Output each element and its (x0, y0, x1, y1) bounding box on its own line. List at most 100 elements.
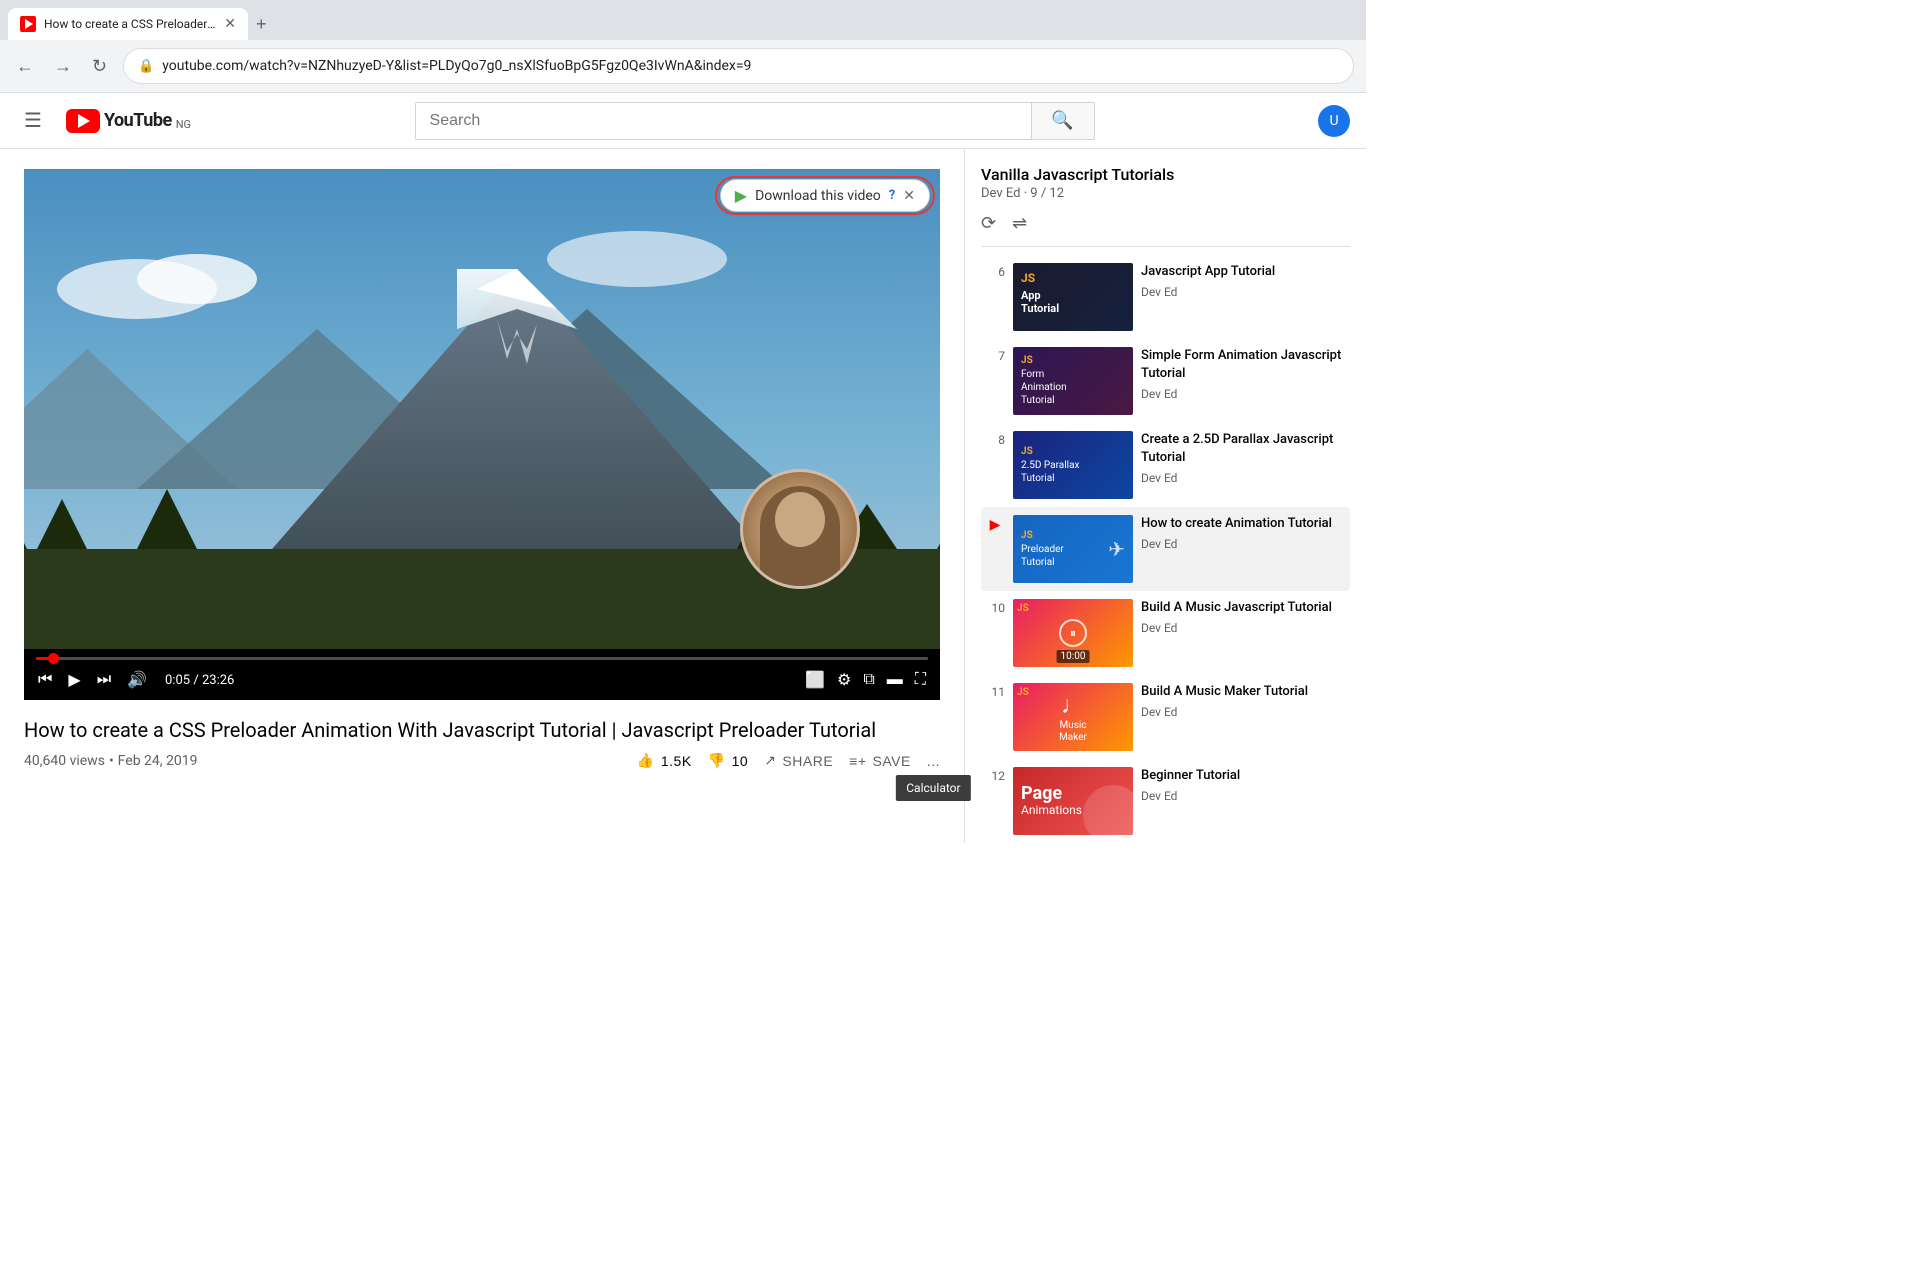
settings-button[interactable]: ⚙ (835, 668, 853, 692)
playlist-num: 7 (985, 349, 1005, 363)
playlist-thumbnail: JS PreloaderTutorial ✈ (1013, 515, 1133, 583)
more-wrapper: ... Calculator (927, 753, 940, 769)
more-button[interactable]: ... (927, 753, 940, 769)
download-question[interactable]: ? (889, 188, 895, 203)
playlist-loop-button[interactable]: ⟳ (981, 213, 996, 234)
playlist-thumbnail: JS ⏸ 10:00 (1013, 599, 1133, 667)
like-button[interactable]: 👍 1.5K (637, 752, 692, 769)
playlist-item-active[interactable]: ▶ JS PreloaderTutorial ✈ How to create A… (981, 507, 1350, 591)
calculator-tooltip: Calculator (896, 775, 970, 801)
sidebar: Vanilla Javascript Tutorials Dev Ed · 9 … (964, 149, 1366, 843)
volume-button[interactable]: 🔊 (125, 668, 149, 692)
video-title: How to create a CSS Preloader Animation … (24, 716, 940, 744)
captions-button[interactable]: ⬜ (803, 668, 827, 692)
search-button[interactable]: 🔍 (1031, 102, 1095, 140)
play-button[interactable]: ▶ (66, 668, 82, 692)
menu-button[interactable]: ☰ (16, 100, 50, 141)
tab-title: How to create a CSS Preloader A (44, 17, 216, 31)
theater-button[interactable]: ▬ (885, 669, 905, 691)
meta-separator: • (109, 753, 114, 769)
view-count: 40,640 views (24, 753, 105, 769)
thumbnail-bg: JS FormAnimationTutorial (1013, 347, 1133, 415)
refresh-button[interactable]: ↻ (88, 52, 111, 81)
playlist-item[interactable]: 11 JS ♩ MusicMaker Build A Music Maker T… (981, 675, 1350, 759)
save-icon: ≡+ (849, 753, 866, 769)
skip-back-button[interactable]: ⏮ (36, 669, 54, 691)
thumbnail-bg: JS 2.5D ParallaxTutorial (1013, 431, 1133, 499)
progress-bar[interactable] (36, 657, 928, 660)
playlist-item-info: Javascript App Tutorial Dev Ed (1141, 263, 1346, 299)
video-screen[interactable]: ▶ Download this video ? ✕ W 🌐 🦊 ⬇ e 👻 ⬡ … (24, 169, 940, 649)
time-current: 0:05 (165, 673, 190, 688)
playlist-item-channel: Dev Ed (1141, 705, 1346, 719)
main-content: ▶ Download this video ? ✕ W 🌐 🦊 ⬇ e 👻 ⬡ … (0, 149, 1366, 843)
playlist-item-title: Simple Form Animation Javascript Tutoria… (1141, 347, 1346, 383)
header-right: U (1318, 105, 1350, 137)
playlist-item[interactable]: 7 JS FormAnimationTutorial Simple Form A… (981, 339, 1350, 423)
time-total: 23:26 (202, 673, 234, 688)
playlist-thumbnail: Page Animations (1013, 767, 1133, 835)
download-play-icon: ▶ (735, 186, 747, 205)
playing-indicator: ▶ (985, 517, 1005, 533)
playlist-thumbnail: JS 2.5D ParallaxTutorial (1013, 431, 1133, 499)
playlist-item[interactable]: 10 JS ⏸ 10:00 Build A Music Javascript T… (981, 591, 1350, 675)
youtube-logo-icon (66, 109, 100, 133)
save-button[interactable]: ≡+ SAVE (849, 753, 911, 769)
playlist-num: 8 (985, 433, 1005, 447)
back-button[interactable]: ← (12, 52, 38, 81)
youtube-logo-country: NG (176, 118, 191, 131)
playlist-item-info: Build A Music Javascript Tutorial Dev Ed (1141, 599, 1346, 635)
playlist-item-channel: Dev Ed (1141, 789, 1346, 803)
playlist-item[interactable]: 12 Page Animations Beginner Tutorial Dev… (981, 759, 1350, 843)
playlist-item-info: Simple Form Animation Javascript Tutoria… (1141, 347, 1346, 401)
playlist-shuffle-button[interactable]: ⇌ (1012, 213, 1027, 234)
download-close-button[interactable]: ✕ (903, 188, 915, 204)
download-text: Download this video (755, 188, 881, 204)
skip-forward-button[interactable]: ⏭ (95, 669, 113, 691)
video-section: ▶ Download this video ? ✕ W 🌐 🦊 ⬇ e 👻 ⬡ … (0, 149, 964, 843)
thumbnail-bg: JS ♩ MusicMaker (1013, 683, 1133, 751)
youtube-logo[interactable]: YouTube NG (66, 109, 191, 133)
playlist-item[interactable]: 8 JS 2.5D ParallaxTutorial Create a 2.5D… (981, 423, 1350, 507)
playlist-thumbnail: JS FormAnimationTutorial (1013, 347, 1133, 415)
video-controls: ⏮ ▶ ⏭ 🔊 0:05 / 23:26 ⬜ ⚙ ⧉ ▬ ⛶ (24, 649, 940, 700)
youtube-logo-text: YouTube (104, 110, 172, 131)
share-icon: ↗ (764, 752, 776, 769)
playlist-item-title: Javascript App Tutorial (1141, 263, 1346, 281)
controls-right: ⬜ ⚙ ⧉ ▬ ⛶ (803, 668, 928, 692)
playlist-num: 6 (985, 265, 1005, 279)
user-avatar[interactable]: U (1318, 105, 1350, 137)
sidebar-divider (981, 246, 1350, 247)
playlist-item[interactable]: 6 JS AppTutorial Javascript App Tutorial… (981, 255, 1350, 339)
dislike-count: 10 (732, 753, 749, 769)
playlist-num: 11 (985, 685, 1005, 699)
like-icon: 👍 (637, 752, 655, 769)
thumbnail-bg: JS AppTutorial (1013, 263, 1133, 331)
search-bar: 🔍 (415, 102, 1095, 140)
browser-chrome: How to create a CSS Preloader A ✕ + ← → … (0, 0, 1366, 93)
share-button[interactable]: ↗ SHARE (764, 752, 833, 769)
search-input[interactable] (415, 102, 1031, 140)
active-tab[interactable]: How to create a CSS Preloader A ✕ (8, 8, 248, 40)
new-tab-button[interactable]: + (248, 14, 275, 35)
video-meta: 40,640 views • Feb 24, 2019 (24, 753, 197, 769)
forward-button[interactable]: → (50, 52, 76, 81)
playlist-sub: Dev Ed · 9 / 12 (981, 186, 1350, 201)
playlist-item-info: Beginner Tutorial Dev Ed (1141, 767, 1346, 803)
video-info: How to create a CSS Preloader Animation … (24, 700, 940, 777)
playlist-num: 12 (985, 769, 1005, 783)
playlist-num: 10 (985, 601, 1005, 615)
playlist-item-channel: Dev Ed (1141, 387, 1346, 401)
miniplayer-button[interactable]: ⧉ (861, 669, 876, 691)
playlist-item-title: Beginner Tutorial (1141, 767, 1346, 785)
dislike-button[interactable]: 👎 10 (708, 752, 749, 769)
time-separator: / (193, 673, 202, 688)
thumbnail-bg: JS PreloaderTutorial ✈ (1013, 515, 1133, 583)
playlist-item-info: How to create Animation Tutorial Dev Ed (1141, 515, 1346, 551)
controls-row: ⏮ ▶ ⏭ 🔊 0:05 / 23:26 ⬜ ⚙ ⧉ ▬ ⛶ (36, 668, 928, 692)
fullscreen-button[interactable]: ⛶ (913, 669, 928, 691)
person-overlay (740, 469, 860, 589)
tab-close-button[interactable]: ✕ (224, 16, 236, 32)
url-bar[interactable]: 🔒 youtube.com/watch?v=NZNhuzyeD-Y&list=P… (123, 48, 1354, 84)
playlist-item-title: Build A Music Maker Tutorial (1141, 683, 1346, 701)
